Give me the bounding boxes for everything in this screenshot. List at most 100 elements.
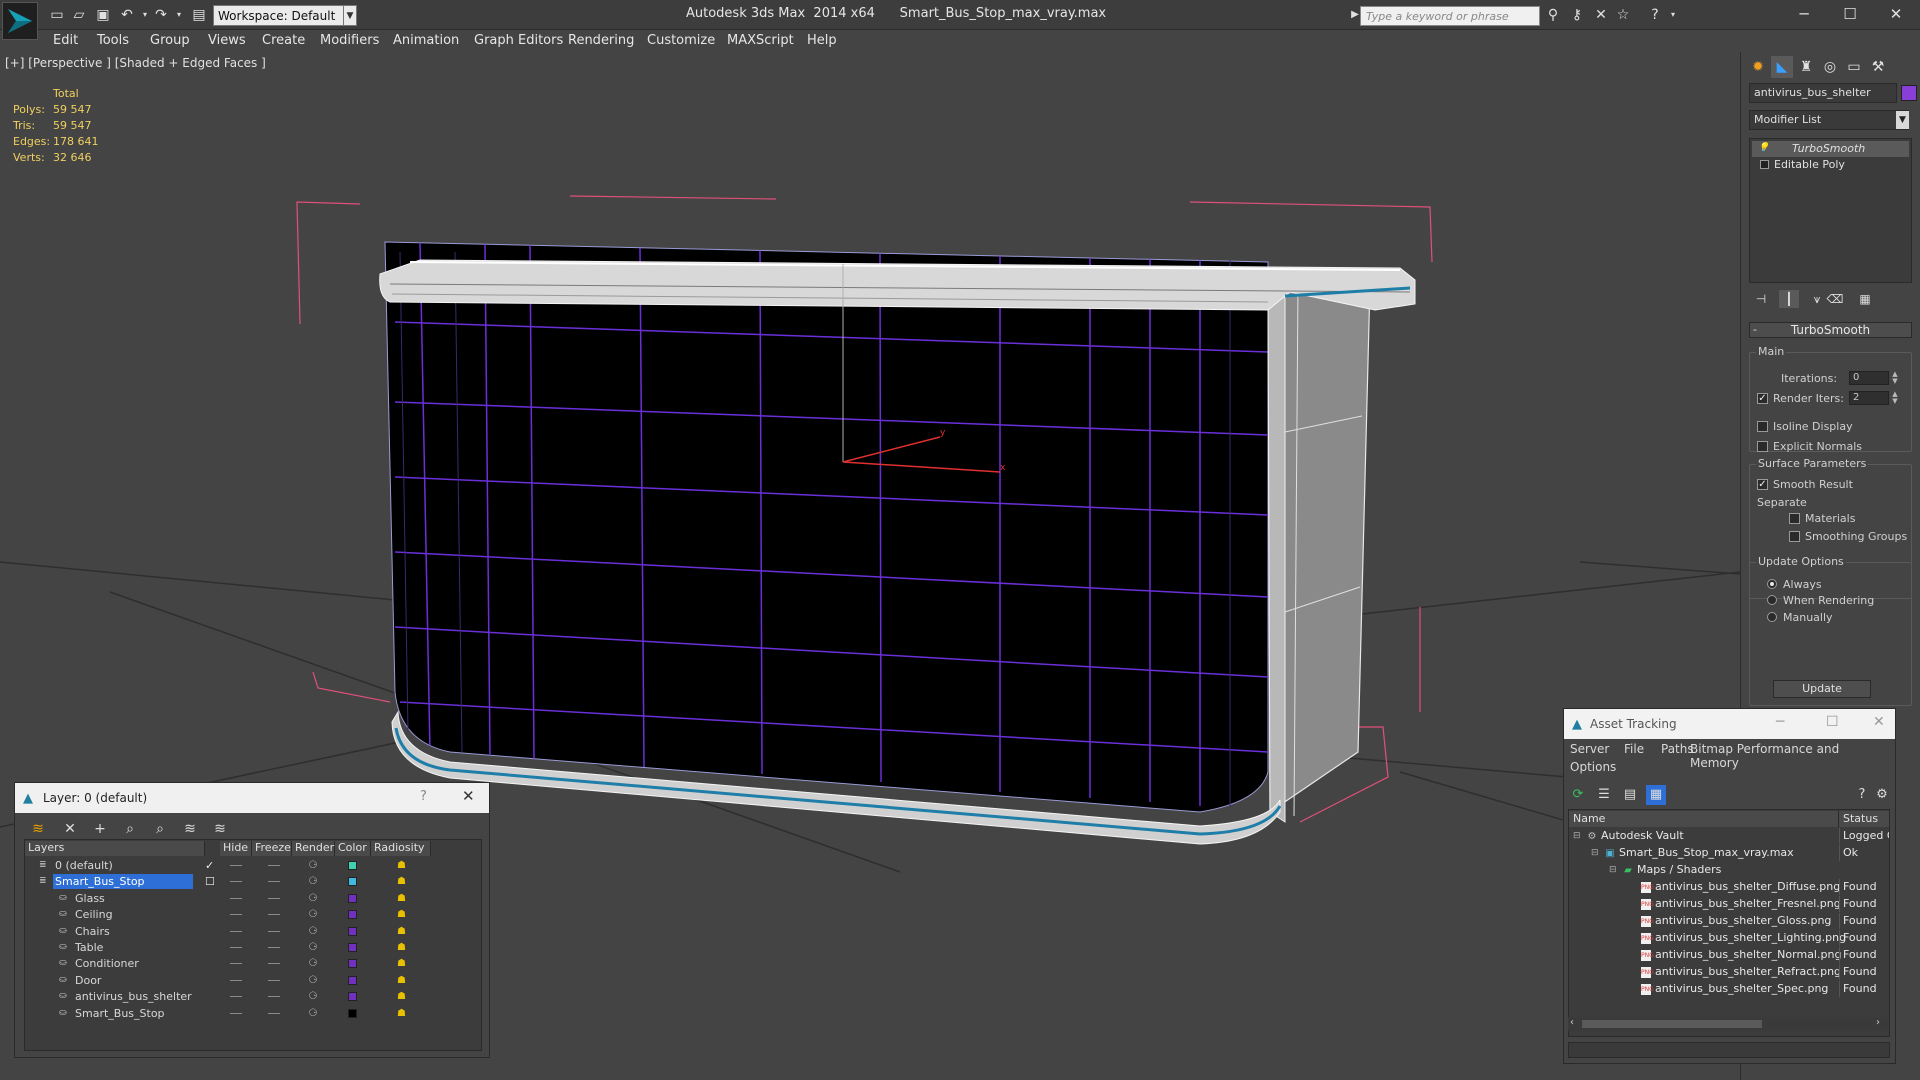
communication-icon[interactable]: ✕ xyxy=(1592,7,1610,23)
help-icon[interactable]: ? xyxy=(1646,7,1664,23)
asset-row[interactable]: PNG antivirus_bus_shelter_Normal.png Found xyxy=(1569,947,1889,964)
detail-view-icon[interactable]: ▤ xyxy=(1620,785,1640,805)
close-icon[interactable]: ✕ xyxy=(462,787,475,805)
menu-views[interactable]: Views xyxy=(208,33,246,48)
layer-row[interactable]: ⛀ Conditioner ⚆ ☗ xyxy=(25,956,435,972)
maximize-button[interactable]: ☐ xyxy=(1826,714,1839,730)
modifier-list-dropdown[interactable]: Modifier List xyxy=(1749,110,1909,130)
redo-icon[interactable]: ↷ xyxy=(152,7,170,23)
menu-file[interactable]: File xyxy=(1624,742,1644,756)
render-teapot-icon[interactable]: ⚆ xyxy=(307,974,319,988)
menu-animation[interactable]: Animation xyxy=(393,33,459,48)
menu-customize[interactable]: Customize xyxy=(647,33,715,48)
table-view-icon[interactable]: ▦ xyxy=(1646,785,1666,805)
settings-icon[interactable]: ⚙ xyxy=(1872,785,1892,805)
open-file-icon[interactable]: ▱ xyxy=(70,7,88,23)
hide-toggle[interactable] xyxy=(230,979,242,981)
viewport-label[interactable]: [+] [Perspective ] [Shaded + Edged Faces… xyxy=(5,56,266,70)
explicit-normals-checkbox[interactable] xyxy=(1757,441,1768,452)
layer-color-swatch[interactable] xyxy=(348,992,357,1002)
maximize-button[interactable]: ☐ xyxy=(1827,0,1873,28)
render-teapot-icon[interactable]: ⚆ xyxy=(307,1007,319,1021)
update-button[interactable]: Update xyxy=(1773,680,1871,698)
expand-icon[interactable]: ⊟ xyxy=(1591,845,1599,861)
hide-toggle[interactable] xyxy=(230,881,242,883)
render-teapot-icon[interactable]: ⚆ xyxy=(307,859,319,873)
key-icon[interactable]: ⚷ xyxy=(1568,7,1586,23)
spinner-arrows-icon[interactable]: ▲ ▼ xyxy=(1891,371,1899,385)
stack-item-editable-poly[interactable]: Editable Poly xyxy=(1752,157,1909,173)
layer-row[interactable]: ⛀ antivirus_bus_shelter ⚆ ☗ xyxy=(25,989,435,1005)
make-unique-icon[interactable]: ⩛ xyxy=(1807,290,1827,308)
configure-sets-icon[interactable]: ▦ xyxy=(1855,290,1875,308)
object-name-field[interactable]: antivirus_bus_shelter xyxy=(1749,83,1897,103)
radiosity-icon[interactable]: ☗ xyxy=(395,942,408,954)
layer-row[interactable]: ⛀ Ceiling ⚆ ☗ xyxy=(25,907,435,923)
iterations-spinner[interactable]: 0 xyxy=(1849,371,1889,385)
layer-color-swatch[interactable] xyxy=(348,877,357,887)
spinner-arrows-icon[interactable]: ▲ ▼ xyxy=(1891,391,1899,405)
select-objects-in-layer-icon[interactable]: ⌕ xyxy=(120,819,140,839)
freeze-toggle[interactable] xyxy=(268,979,280,981)
asset-row[interactable]: ⊟ ▣ Smart_Bus_Stop_max_vray.max Ok xyxy=(1569,845,1889,862)
hide-toggle[interactable] xyxy=(230,996,242,998)
render-teapot-icon[interactable]: ⚆ xyxy=(307,892,319,906)
show-end-result-icon[interactable]: ┃ xyxy=(1779,290,1799,308)
menu-modifiers[interactable]: Modifiers xyxy=(320,33,379,48)
remove-modifier-icon[interactable]: ⌫ xyxy=(1825,290,1845,308)
menu-options[interactable]: Options xyxy=(1570,760,1616,774)
create-layer-icon[interactable]: ≋ xyxy=(28,819,48,839)
layer-color-swatch[interactable] xyxy=(348,975,357,985)
menu-edit[interactable]: Edit xyxy=(53,33,78,48)
list-view-icon[interactable]: ☰ xyxy=(1594,785,1614,805)
asset-row[interactable]: ⊟ ⚙ Autodesk Vault Logged Out xyxy=(1569,828,1889,845)
display-tab-icon[interactable]: ▭ xyxy=(1843,56,1865,78)
column-render[interactable]: Render xyxy=(292,841,335,856)
search-input[interactable]: Type a keyword or phrase xyxy=(1360,6,1540,26)
layer-color-swatch[interactable] xyxy=(348,926,357,936)
menu-server[interactable]: Server xyxy=(1570,742,1609,756)
menu-bitmap-performance[interactable]: Bitmap Performance and Memory xyxy=(1690,742,1886,770)
scrollbar-thumb[interactable] xyxy=(1582,1020,1762,1028)
close-button[interactable]: ✕ xyxy=(1873,0,1919,28)
menu-rendering[interactable]: Rendering xyxy=(568,33,634,48)
layer-row[interactable]: ≣ 0 (default) ✓ ⚆ ☗ xyxy=(25,858,435,874)
freeze-all-layers-icon[interactable]: ≋ xyxy=(210,819,230,839)
render-teapot-icon[interactable]: ⚆ xyxy=(307,875,319,889)
materials-checkbox[interactable] xyxy=(1789,513,1800,524)
always-radio[interactable] xyxy=(1767,579,1777,589)
column-layers[interactable]: Layers xyxy=(25,841,205,856)
render-teapot-icon[interactable]: ⚆ xyxy=(307,908,319,922)
horizontal-scrollbar[interactable]: ‹ › xyxy=(1568,1017,1888,1031)
asset-row[interactable]: PNG antivirus_bus_shelter_Fresnel.png Foun… xyxy=(1569,896,1889,913)
radiosity-icon[interactable]: ☗ xyxy=(395,1008,408,1020)
layer-row[interactable]: ⛀ Smart_Bus_Stop ⚆ ☗ xyxy=(25,1006,435,1022)
workspace-dropdown[interactable]: Workspace: Default xyxy=(213,5,355,26)
asset-row[interactable]: PNG antivirus_bus_shelter_Lighting.png Fou… xyxy=(1569,930,1889,947)
render-teapot-icon[interactable]: ⚆ xyxy=(307,925,319,939)
new-file-icon[interactable]: ▭ xyxy=(48,7,66,23)
smoothing-groups-checkbox[interactable] xyxy=(1789,531,1800,542)
menu-tools[interactable]: Tools xyxy=(97,33,129,48)
minimize-button[interactable]: ─ xyxy=(1781,0,1827,28)
radiosity-icon[interactable]: ☗ xyxy=(395,975,408,987)
when-rendering-radio[interactable] xyxy=(1767,595,1777,605)
hide-toggle[interactable] xyxy=(230,865,242,866)
asset-row[interactable]: ⊟ ▰ Maps / Shaders xyxy=(1569,862,1889,879)
column-status[interactable]: Status xyxy=(1839,811,1889,827)
layer-color-swatch[interactable] xyxy=(348,861,357,870)
radiosity-icon[interactable]: ☗ xyxy=(395,860,408,872)
asset-row[interactable]: PNG antivirus_bus_shelter_Refract.png Foun… xyxy=(1569,964,1889,981)
asset-row[interactable]: PNG antivirus_bus_shelter_Gloss.png Found xyxy=(1569,913,1889,930)
expand-icon[interactable]: ⊟ xyxy=(1609,862,1617,878)
help-icon[interactable]: ? xyxy=(1852,785,1872,805)
add-to-layer-icon[interactable]: + xyxy=(90,819,110,839)
column-hide[interactable]: Hide xyxy=(220,841,252,856)
menu-paths[interactable]: Paths xyxy=(1661,742,1694,756)
column-color[interactable]: Color xyxy=(335,841,371,856)
hide-toggle[interactable] xyxy=(230,930,242,932)
layer-color-swatch[interactable] xyxy=(348,1008,357,1018)
layer-color-swatch[interactable] xyxy=(348,959,357,969)
asset-row[interactable]: PNG antivirus_bus_shelter_Spec.png Found xyxy=(1569,981,1889,998)
asset-row[interactable]: PNG antivirus_bus_shelter_Diffuse.png Foun… xyxy=(1569,879,1889,896)
